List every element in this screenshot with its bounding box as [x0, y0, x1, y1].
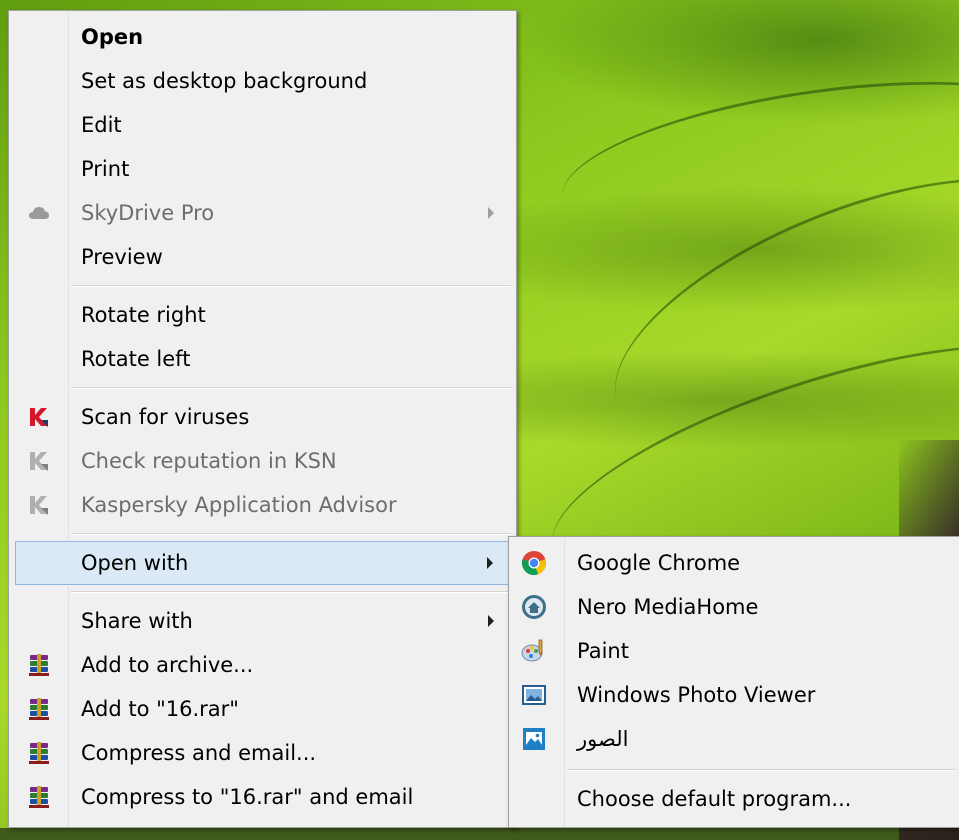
menu-separator	[71, 285, 511, 287]
chrome-icon	[519, 548, 549, 578]
menu-item-check-reputation-ksn[interactable]: Check reputation in KSN	[11, 439, 514, 483]
submenu-item-label: Nero MediaHome	[577, 595, 759, 619]
submenu-item-paint[interactable]: Paint	[511, 629, 957, 673]
menu-item-add-to-16-rar[interactable]: Add to "16.rar"	[11, 687, 514, 731]
photos-app-icon	[519, 724, 549, 754]
menu-item-open[interactable]: Open	[11, 15, 514, 59]
menu-item-label: Scan for viruses	[81, 405, 250, 429]
winrar-icon	[25, 783, 53, 811]
menu-item-label: Set as desktop background	[81, 69, 368, 93]
winrar-icon	[25, 695, 53, 723]
nero-mediahome-icon	[519, 592, 549, 622]
winrar-icon	[25, 651, 53, 679]
submenu-item-label: Google Chrome	[577, 551, 741, 575]
menu-item-label: SkyDrive Pro	[81, 201, 215, 225]
submenu-arrow-icon	[488, 207, 494, 219]
menu-item-scan-for-viruses[interactable]: Scan for viruses	[11, 395, 514, 439]
kaspersky-icon	[25, 447, 53, 475]
menu-item-set-desktop-background[interactable]: Set as desktop background	[11, 59, 514, 103]
menu-item-label: Check reputation in KSN	[81, 449, 337, 473]
submenu-arrow-icon	[488, 615, 494, 627]
menu-item-label: Compress and email...	[81, 741, 317, 765]
submenu-item-label: Paint	[577, 639, 629, 663]
photo-viewer-icon	[519, 680, 549, 710]
menu-item-add-to-archive[interactable]: Add to archive...	[11, 643, 514, 687]
paint-icon	[519, 636, 549, 666]
menu-item-share-with[interactable]: Share with	[11, 599, 514, 643]
menu-item-rotate-right[interactable]: Rotate right	[11, 293, 514, 337]
menu-item-label: Rotate right	[81, 303, 206, 327]
menu-item-preview[interactable]: Preview	[11, 235, 514, 279]
menu-item-label: Add to "16.rar"	[81, 697, 239, 721]
menu-item-label: Compress to "16.rar" and email	[81, 785, 414, 809]
menu-item-kaspersky-application-advisor[interactable]: Kaspersky Application Advisor	[11, 483, 514, 527]
submenu-item-label: Choose default program...	[577, 787, 852, 811]
menu-item-label: Share with	[81, 609, 193, 633]
menu-item-open-with[interactable]: Open with	[15, 541, 512, 585]
menu-item-label: Kaspersky Application Advisor	[81, 493, 397, 517]
menu-item-label: Print	[81, 157, 130, 181]
cloud-icon	[25, 199, 53, 227]
menu-item-label: Add to archive...	[81, 653, 254, 677]
menu-item-skydrive-pro[interactable]: SkyDrive Pro	[11, 191, 514, 235]
submenu-separator	[567, 769, 955, 771]
menu-item-label: Open with	[81, 551, 189, 575]
menu-item-label: Preview	[81, 245, 163, 269]
submenu-item-choose-default-program[interactable]: Choose default program...	[511, 777, 957, 821]
menu-item-print[interactable]: Print	[11, 147, 514, 191]
submenu-item-photos-app[interactable]: الصور	[511, 717, 957, 761]
submenu-item-nero-mediahome[interactable]: Nero MediaHome	[511, 585, 957, 629]
menu-separator	[71, 591, 511, 593]
kaspersky-icon	[25, 403, 53, 431]
menu-item-compress-to-16-rar-and-email[interactable]: Compress to "16.rar" and email	[11, 775, 514, 819]
winrar-icon	[25, 739, 53, 767]
menu-item-label: Open	[81, 25, 144, 49]
menu-item-label: Rotate left	[81, 347, 191, 371]
submenu-item-google-chrome[interactable]: Google Chrome	[511, 541, 957, 585]
menu-item-compress-and-email[interactable]: Compress and email...	[11, 731, 514, 775]
menu-separator	[71, 533, 511, 535]
context-menu: Open Set as desktop background Edit Prin…	[8, 10, 517, 828]
submenu-arrow-icon	[487, 557, 493, 569]
kaspersky-icon	[25, 491, 53, 519]
submenu-item-windows-photo-viewer[interactable]: Windows Photo Viewer	[511, 673, 957, 717]
submenu-item-label: Windows Photo Viewer	[577, 683, 816, 707]
menu-separator	[71, 387, 511, 389]
menu-item-edit[interactable]: Edit	[11, 103, 514, 147]
menu-item-rotate-left[interactable]: Rotate left	[11, 337, 514, 381]
open-with-submenu: Google Chrome Nero MediaHome Paint Windo…	[508, 536, 959, 828]
menu-item-label: Edit	[81, 113, 122, 137]
submenu-item-label: الصور	[577, 727, 629, 751]
